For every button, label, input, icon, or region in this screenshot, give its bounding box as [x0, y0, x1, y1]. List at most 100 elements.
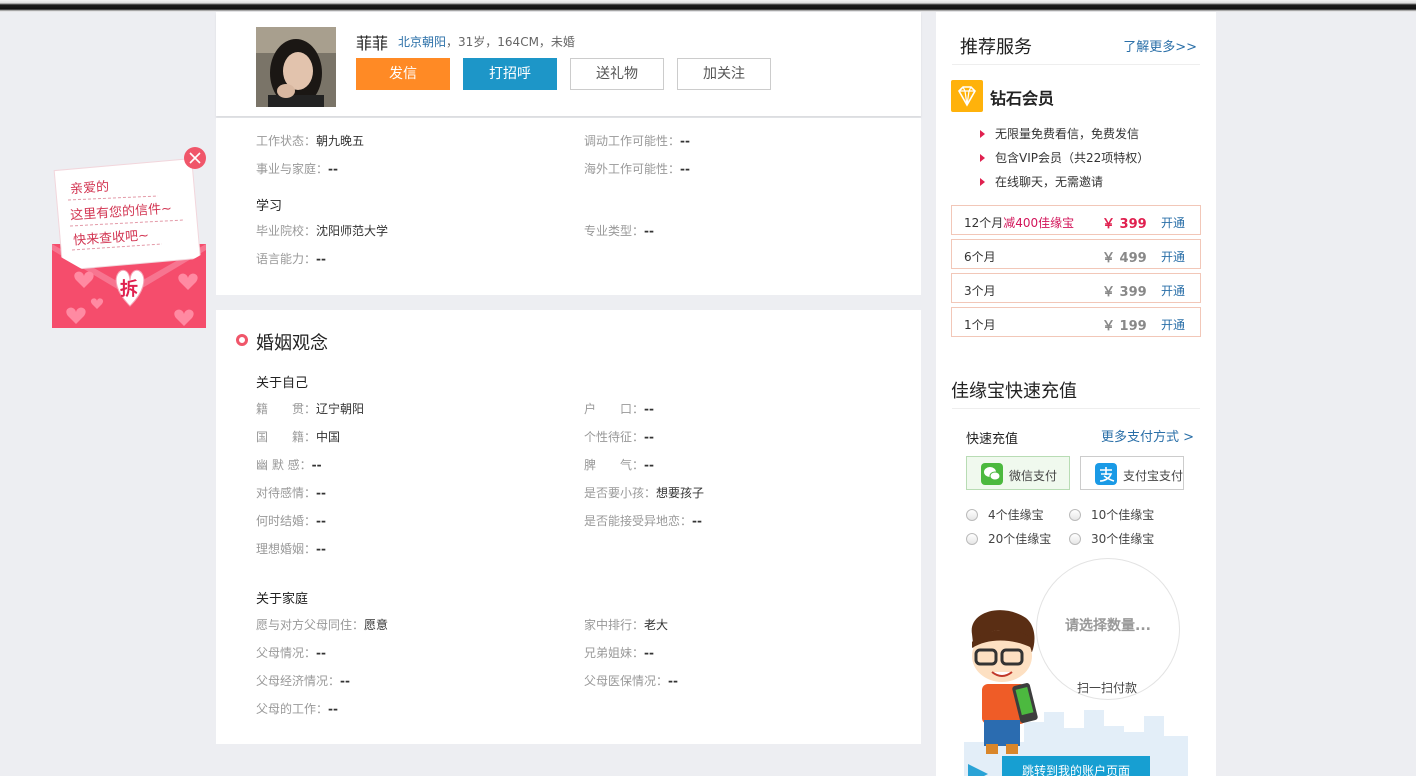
live-with-parents-row: 愿与对方父母同住：愿意 [256, 616, 388, 633]
radio-icon[interactable] [1069, 533, 1081, 545]
field-value: -- [316, 486, 326, 500]
send-message-button[interactable]: 发信 [356, 58, 450, 90]
plan-open-link[interactable]: 开通 [1161, 316, 1185, 333]
wechat-pay-button[interactable]: 微信支付 [966, 456, 1070, 490]
plan-months: 12个月 [964, 216, 1004, 230]
bullet-arrow-icon [980, 154, 985, 162]
amount-option[interactable]: 30个佳缘宝 [1069, 530, 1154, 547]
amount-option[interactable]: 10个佳缘宝 [1069, 506, 1154, 523]
radio-icon[interactable] [966, 509, 978, 521]
hukou-row: 户 口：-- [584, 400, 654, 417]
profile-header: 菲菲 北京朝阳，31岁，164CM，未婚 发信 打招呼 送礼物 加关注 [216, 12, 921, 116]
field-label: 调动工作可能性： [584, 134, 681, 148]
field-label: 户 口： [584, 402, 645, 416]
plan-open-link[interactable]: 开通 [1161, 214, 1185, 231]
major-row: 专业类型：-- [584, 222, 654, 239]
native-place-row: 籍 贯：辽宁朝阳 [256, 400, 364, 417]
school-row: 毕业院校：沈阳师范大学 [256, 222, 388, 239]
more-payment-link[interactable]: 更多支付方式 > [1101, 426, 1194, 445]
field-value: 愿意 [364, 618, 389, 632]
select-quantity-hint: 请选择数量... [1065, 618, 1151, 634]
field-label: 脾 气： [584, 458, 645, 472]
field-label: 理想婚姻： [256, 542, 317, 556]
window-top-edge [0, 0, 1416, 12]
go-to-account-button[interactable]: 跳转到我的账户页面 [1002, 756, 1150, 776]
sidebar: 推荐服务 了解更多>> 钻石会员 无限量免费看信，免费发信 包含VIP会员（共2… [936, 12, 1216, 776]
open-letter-label[interactable]: 拆 [120, 275, 138, 301]
avatar[interactable] [256, 27, 336, 107]
parents-insurance-row: 父母医保情况：-- [584, 672, 678, 689]
field-value: 朝九晚五 [316, 134, 365, 148]
field-value: -- [340, 674, 350, 688]
profile-city[interactable]: 北京朝阳 [398, 35, 446, 49]
sidebar-title: 推荐服务 [960, 37, 1032, 58]
field-value: -- [644, 458, 654, 472]
plan-price: ￥ 399 [1102, 217, 1147, 232]
field-label: 毕业院校： [256, 224, 317, 238]
field-value: -- [316, 514, 326, 528]
plan-duration: 6个月 [964, 250, 996, 264]
plan-price: ￥ 399 [1102, 285, 1147, 300]
overseas-row: 海外工作可能性：-- [584, 160, 690, 177]
qr-code-bubble: 请选择数量... 扫一扫付款 [1036, 558, 1180, 700]
field-label: 愿与对方父母同住： [256, 618, 365, 632]
benefit-item: 在线聊天，无需邀请 [980, 173, 1103, 190]
siblings-row: 兄弟姐妹：-- [584, 644, 654, 661]
radio-icon[interactable] [1069, 509, 1081, 521]
field-label: 事业与家庭： [256, 162, 329, 176]
letter-line-1: 亲爱的 [69, 179, 110, 198]
learn-more-link[interactable]: 了解更多>> [1123, 36, 1197, 55]
plan-6-months[interactable]: 6个月 ￥ 499 开通 [951, 239, 1201, 269]
letter-popup[interactable]: 亲爱的 这里有您的信件~ 快来查收吧~ 拆 [52, 146, 212, 330]
study-heading: 学习 [256, 199, 283, 214]
alipay-button[interactable]: 支付宝支付 [1080, 456, 1184, 490]
field-value: 中国 [316, 430, 341, 444]
field-value: -- [316, 252, 326, 266]
field-label: 工作状态： [256, 134, 317, 148]
quick-recharge-label: 快速充值 [966, 432, 1019, 447]
close-icon[interactable] [182, 146, 208, 172]
vip-name: 钻石会员 [990, 89, 1055, 108]
plan-duration: 1个月 [964, 318, 996, 332]
section-bullet-icon [236, 334, 248, 346]
wechat-icon [981, 463, 1003, 485]
field-label: 父母经济情况： [256, 674, 341, 688]
field-value: -- [316, 542, 326, 556]
field-value: -- [680, 134, 690, 148]
send-gift-button[interactable]: 送礼物 [570, 58, 664, 90]
amount-label: 10个佳缘宝 [1091, 508, 1155, 522]
amount-option[interactable]: 20个佳缘宝 [966, 530, 1051, 547]
field-label: 对待感情： [256, 486, 317, 500]
field-label: 海外工作可能性： [584, 162, 681, 176]
benefit-text: 包含VIP会员（共22项特权） [995, 151, 1150, 165]
alipay-label: 支付宝支付 [1123, 469, 1184, 483]
field-value: 想要孩子 [656, 486, 705, 500]
want-children-row: 是否要小孩：想要孩子 [584, 484, 704, 501]
field-value: -- [692, 514, 702, 528]
work-study-section: 工作状态：朝九晚五 调动工作可能性：-- 事业与家庭：-- 海外工作可能性：--… [216, 118, 921, 295]
greet-button[interactable]: 打招呼 [463, 58, 557, 90]
amount-option[interactable]: 4个佳缘宝 [966, 506, 1044, 523]
benefit-item: 包含VIP会员（共22项特权） [980, 149, 1149, 166]
family-rank-row: 家中排行：老大 [584, 616, 668, 633]
radio-icon[interactable] [966, 533, 978, 545]
divider [952, 408, 1200, 409]
mascot-illustration [971, 610, 1038, 754]
plan-open-link[interactable]: 开通 [1161, 248, 1185, 265]
plan-12-months[interactable]: 12个月减400佳缘宝 ￥ 399 开通 [951, 205, 1201, 235]
field-label: 个性待征： [584, 430, 645, 444]
field-value: -- [668, 674, 678, 688]
plan-open-link[interactable]: 开通 [1161, 282, 1185, 299]
benefit-text: 在线聊天，无需邀请 [995, 175, 1104, 189]
plan-1-month[interactable]: 1个月 ￥ 199 开通 [951, 307, 1201, 337]
field-value: 辽宁朝阳 [316, 402, 365, 416]
field-value: 沈阳师范大学 [316, 224, 389, 238]
ideal-marriage-row: 理想婚姻：-- [256, 540, 326, 557]
plan-price: ￥ 499 [1102, 251, 1147, 266]
follow-button[interactable]: 加关注 [677, 58, 771, 90]
field-value: 老大 [644, 618, 669, 632]
wechat-pay-label: 微信支付 [1009, 469, 1058, 483]
plan-3-months[interactable]: 3个月 ￥ 399 开通 [951, 273, 1201, 303]
parents-status-row: 父母情况：-- [256, 644, 326, 661]
long-distance-row: 是否能接受异地恋：-- [584, 512, 702, 529]
